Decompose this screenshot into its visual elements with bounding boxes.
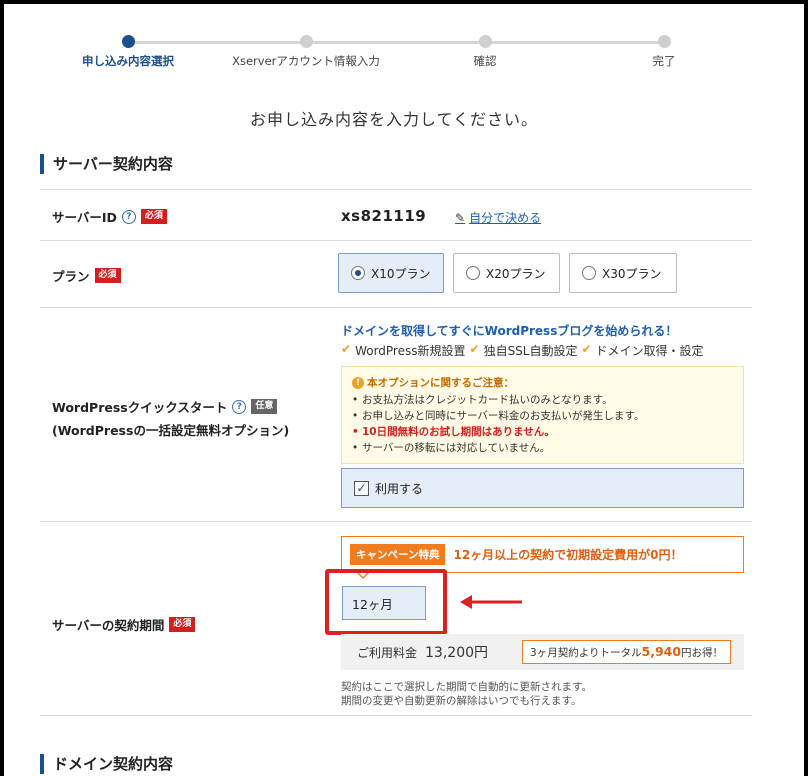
step-label: 申し込み内容選択 bbox=[82, 54, 174, 68]
server-id-row: サーバーID ? 必須 xs821119 ✎ 自分で決める bbox=[40, 189, 752, 240]
domain-section-title: ドメイン契約内容 bbox=[40, 754, 173, 774]
step-2: Xserverアカウント情報入力 bbox=[226, 34, 386, 69]
step-label: Xserverアカウント情報入力 bbox=[232, 54, 380, 68]
plan-option-label: X10プラン bbox=[371, 266, 431, 281]
campaign-banner: キャンペーン特典 12ヶ月以上の契約で初期設定費用が0円！ bbox=[341, 536, 744, 573]
optional-badge: 任意 bbox=[251, 399, 278, 414]
wordpress-label-sub: (WordPressの一括設定無料オプション) bbox=[52, 423, 290, 438]
server-id-value: xs821119 bbox=[341, 207, 427, 225]
server-id-label-text: サーバーID bbox=[52, 210, 117, 225]
campaign-tag: キャンペーン特典 bbox=[350, 544, 446, 565]
radio-icon bbox=[582, 266, 596, 280]
step-3: 確認 bbox=[405, 34, 565, 69]
wordpress-features: ✔ WordPress新規設置 ✔ 独自SSL自動設定 ✔ ドメイン取得・設定 bbox=[341, 342, 704, 359]
required-badge: 必須 bbox=[169, 617, 196, 632]
page-frame: 申し込み内容選択 Xserverアカウント情報入力 確認 完了 お申し込み内容を… bbox=[4, 4, 804, 776]
feature-item: 独自SSL自動設定 bbox=[483, 344, 578, 358]
plan-option-x30[interactable]: X30プラン bbox=[569, 253, 677, 293]
saving-amount: 5,940 bbox=[641, 644, 682, 659]
plan-label-text: プラン bbox=[52, 269, 90, 284]
renewal-note-line: 契約はここで選択した期間で自動的に更新されます。 bbox=[341, 681, 592, 693]
feature-item: ドメイン取得・設定 bbox=[595, 344, 704, 358]
progress-stepper: 申し込み内容選択 Xserverアカウント情報入力 確認 完了 bbox=[4, 34, 804, 74]
contract-period-label-text: サーバーの契約期間 bbox=[52, 618, 165, 633]
use-option-checkbox-box[interactable]: ✓ 利用する bbox=[341, 468, 744, 508]
step-label: 確認 bbox=[473, 54, 497, 68]
plan-option-x10[interactable]: X10プラン bbox=[338, 253, 444, 293]
notice-item: お申し込みと同時にサーバー料金のお支払いが発生します。 bbox=[352, 408, 733, 424]
plan-option-label: X30プラン bbox=[602, 266, 662, 281]
fee-amount: 13,200円 bbox=[425, 645, 489, 661]
step-dot bbox=[657, 35, 671, 48]
notice-item-warning: 10日間無料のお試し期間はありません。 bbox=[352, 424, 733, 440]
warning-icon: ! bbox=[352, 376, 364, 389]
wordpress-label-line: WordPressクイックスタート ? 任意 bbox=[52, 397, 278, 416]
fee-label: ご利用料金 bbox=[357, 645, 418, 660]
highlight-box bbox=[325, 569, 447, 635]
plan-option-x20[interactable]: X20プラン bbox=[453, 253, 560, 293]
server-id-label: サーバーID ? 必須 bbox=[52, 207, 167, 226]
plan-row: プラン 必須 X10プラン X20プラン X30プラン bbox=[40, 240, 752, 307]
custom-id-link-text[interactable]: 自分で決める bbox=[469, 209, 541, 226]
check-icon: ✔ bbox=[341, 342, 352, 356]
radio-icon bbox=[466, 266, 480, 280]
contract-period-label: サーバーの契約期間 必須 bbox=[52, 615, 196, 634]
notice-title: ! 本オプションに関するご注意： bbox=[352, 375, 733, 390]
fee-summary-bar: ご利用料金 13,200円 3ヶ月契約よりトータル5,940円お得！ bbox=[341, 634, 744, 670]
step-dot bbox=[478, 35, 492, 48]
pencil-icon: ✎ bbox=[455, 210, 466, 225]
checkbox-checked-icon[interactable]: ✓ bbox=[354, 480, 369, 496]
required-badge: 必須 bbox=[94, 268, 121, 283]
page-lead-text: お申し込み内容を入力してください。 bbox=[249, 110, 539, 129]
server-section-title: サーバー契約内容 bbox=[40, 154, 173, 174]
saving-suffix: 円お得！ bbox=[681, 647, 724, 659]
help-icon[interactable]: ? bbox=[232, 399, 247, 414]
notice-item: サーバーの移転には対応していません。 bbox=[352, 440, 733, 456]
wordpress-label-text: WordPressクイックスタート bbox=[52, 400, 228, 415]
check-icon: ✔ bbox=[581, 342, 592, 356]
wordpress-quickstart-row: WordPressクイックスタート ? 任意 (WordPressの一括設定無料… bbox=[40, 307, 752, 521]
step-4: 完了 bbox=[584, 34, 744, 69]
feature-item: WordPress新規設置 bbox=[355, 344, 466, 358]
saving-badge: 3ヶ月契約よりトータル5,940円お得！ bbox=[522, 640, 732, 664]
renewal-note-line: 期間の変更や自動更新の解除はいつでも行えます。 bbox=[341, 695, 582, 707]
notice-list: お支払方法はクレジットカード払いのみとなります。 お申し込みと同時にサーバー料金… bbox=[352, 392, 733, 456]
plan-option-label: X20プラン bbox=[486, 266, 546, 281]
required-badge: 必須 bbox=[140, 209, 167, 224]
step-label: 完了 bbox=[652, 54, 676, 68]
wordpress-headline: ドメインを取得してすぐにWordPressブログを始められる！ bbox=[341, 324, 678, 338]
radio-selected-icon bbox=[351, 266, 365, 280]
help-icon[interactable]: ? bbox=[121, 209, 136, 224]
saving-prefix: 3ヶ月契約よりトータル bbox=[530, 647, 642, 659]
notice-title-text: 本オプションに関するご注意： bbox=[367, 377, 514, 389]
use-option-label: 利用する bbox=[375, 481, 424, 496]
check-icon: ✔ bbox=[469, 342, 480, 356]
option-notice-box: ! 本オプションに関するご注意： お支払方法はクレジットカード払いのみとなります… bbox=[341, 366, 744, 464]
campaign-text: 12ヶ月以上の契約で初期設定費用が0円！ bbox=[453, 548, 683, 562]
notice-item: お支払方法はクレジットカード払いのみとなります。 bbox=[352, 392, 733, 408]
custom-id-link[interactable]: ✎ 自分で決める bbox=[455, 209, 541, 226]
wordpress-label: WordPressクイックスタート ? 任意 (WordPressの一括設定無料… bbox=[52, 397, 289, 439]
renewal-note: 契約はここで選択した期間で自動的に更新されます。 期間の変更や自動更新の解除はい… bbox=[341, 680, 592, 708]
pointer-arrow-icon bbox=[460, 595, 522, 609]
plan-label: プラン 必須 bbox=[52, 266, 121, 285]
contract-period-row: サーバーの契約期間 必須 キャンペーン特典 12ヶ月以上の契約で初期設定費用が0… bbox=[40, 521, 752, 716]
step-1: 申し込み内容選択 bbox=[48, 34, 208, 69]
step-dot bbox=[299, 35, 313, 48]
step-dot-active bbox=[121, 35, 135, 48]
